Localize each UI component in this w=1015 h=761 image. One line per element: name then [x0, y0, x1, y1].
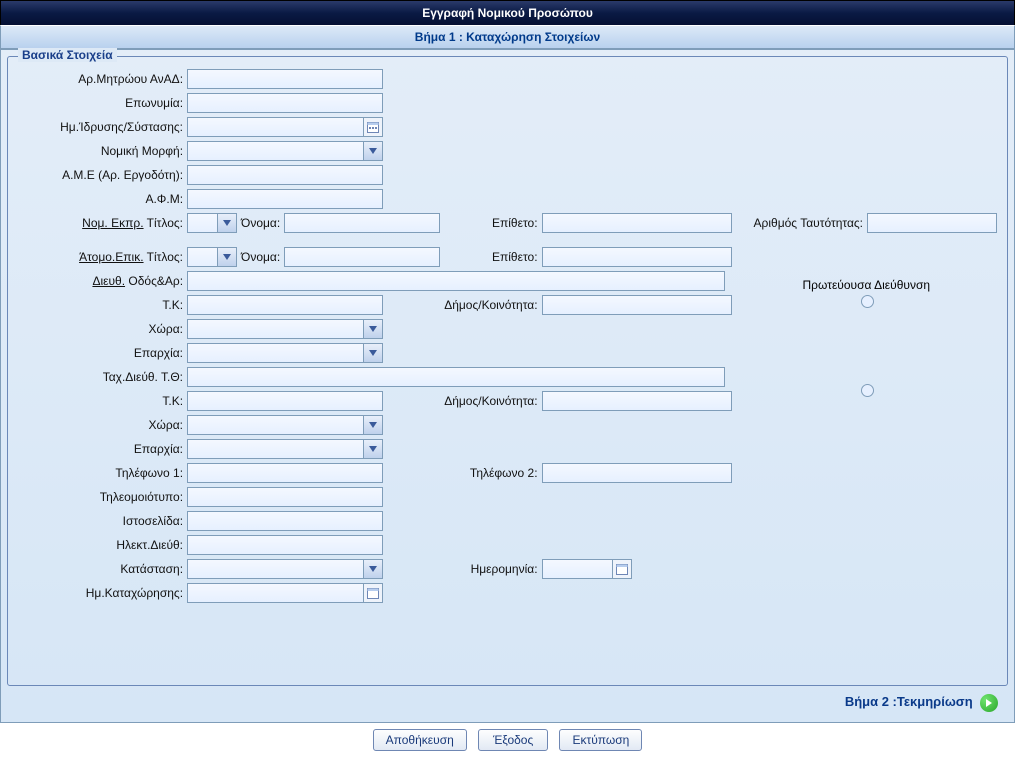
label-legalform: Νομική Μορφή: — [16, 139, 185, 163]
label-municip1: Δήμος/Κοινότητα: — [442, 293, 539, 317]
country2-select[interactable] — [187, 415, 383, 435]
chevron-down-icon[interactable] — [363, 320, 382, 338]
district2-select[interactable] — [187, 439, 383, 459]
email-input[interactable] — [187, 535, 383, 555]
label-fax: Τηλεομοιότυπο: — [16, 485, 185, 509]
municip1-input[interactable] — [542, 295, 732, 315]
district2-input[interactable] — [188, 440, 363, 458]
status-date-input[interactable] — [543, 560, 612, 578]
label-rep-fname: Όνομα: — [239, 211, 282, 235]
label-rep-title: Τίτλος: — [147, 216, 183, 230]
founding-date-picker[interactable] — [187, 117, 383, 137]
chevron-down-icon[interactable] — [363, 142, 382, 160]
primary-address-radio-2[interactable] — [861, 384, 874, 397]
label-registry: Αρ.Μητρώου ΑνΑΔ: — [16, 67, 185, 91]
country1-input[interactable] — [188, 320, 363, 338]
contact-lname-input[interactable] — [542, 247, 732, 267]
label-pobox: Ταχ.Διεύθ. Τ.Θ: — [16, 365, 185, 389]
label-country1: Χώρα: — [16, 317, 185, 341]
country1-select[interactable] — [187, 319, 383, 339]
save-button[interactable]: Αποθήκευση — [373, 729, 467, 751]
rep-lname-input[interactable] — [542, 213, 732, 233]
employerno-input[interactable] — [187, 165, 383, 185]
status-date-picker[interactable] — [542, 559, 632, 579]
label-municip2: Δήμος/Κοινότητα: — [442, 389, 539, 413]
primary-address-radio-1[interactable] — [861, 295, 874, 308]
calendar-icon[interactable] — [612, 560, 631, 578]
basic-info-fieldset: Βασικά Στοιχεία Αρ.Μητρώου ΑνΑΔ: Επωνυμί… — [7, 56, 1008, 686]
calendar-icon[interactable] — [363, 118, 382, 136]
legalform-input[interactable] — [188, 142, 363, 160]
municip2-input[interactable] — [542, 391, 732, 411]
chevron-down-icon[interactable] — [217, 214, 236, 232]
status-input[interactable] — [188, 560, 363, 578]
contact-fname-input[interactable] — [284, 247, 440, 267]
street-input[interactable] — [187, 271, 725, 291]
chevron-down-icon[interactable] — [363, 344, 382, 362]
print-button[interactable]: Εκτύπωση — [559, 729, 642, 751]
arrow-right-icon[interactable] — [980, 694, 998, 712]
label-rep-id: Αριθμός Ταυτότητας: — [734, 211, 865, 235]
label-district1: Επαρχία: — [16, 341, 185, 365]
chevron-down-icon[interactable] — [217, 248, 236, 266]
pobox-input[interactable] — [187, 367, 725, 387]
website-input[interactable] — [187, 511, 383, 531]
label-status: Κατάσταση: — [16, 557, 185, 581]
label-founding: Ημ.Ίδρυσης/Σύστασης: — [16, 115, 185, 139]
next-step-link[interactable]: Βήμα 2 :Τεκμηρίωση — [845, 694, 973, 709]
exit-button[interactable]: Έξοδος — [478, 729, 548, 751]
label-phone2: Τηλέφωνο 2: — [442, 461, 539, 485]
label-employerno: Α.Μ.Ε (Αρ. Εργοδότη): — [16, 163, 185, 187]
entrydate-input[interactable] — [188, 584, 363, 602]
contact-title-input[interactable] — [188, 248, 217, 266]
label-addr: Διευθ. — [92, 274, 125, 288]
country2-input[interactable] — [188, 416, 363, 434]
label-postal1: Τ.Κ: — [16, 293, 185, 317]
chevron-down-icon[interactable] — [363, 416, 382, 434]
status-select[interactable] — [187, 559, 383, 579]
label-con-title: Τίτλος: — [147, 250, 183, 264]
label-status-date: Ημερομηνία: — [442, 557, 539, 581]
district1-input[interactable] — [188, 344, 363, 362]
label-primary-address: Πρωτεύουσα Διεύθυνση — [736, 278, 997, 292]
label-district2: Επαρχία: — [16, 437, 185, 461]
label-legalrep: Νομ. Εκπρ. — [82, 216, 143, 230]
contact-title-select[interactable] — [187, 247, 237, 267]
step-title: Βήμα 1 : Καταχώρηση Στοιχείων — [0, 25, 1015, 49]
label-postal2: Τ.Κ: — [16, 389, 185, 413]
entrydate-picker[interactable] — [187, 583, 383, 603]
taxid-input[interactable] — [187, 189, 383, 209]
label-entrydate: Ημ.Καταχώρησης: — [16, 581, 185, 605]
fax-input[interactable] — [187, 487, 383, 507]
window-title: Εγγραφή Νομικού Προσώπου — [0, 0, 1015, 25]
label-contact: Άτομο.Επικ. — [79, 250, 143, 264]
postal1-input[interactable] — [187, 295, 383, 315]
label-country2: Χώρα: — [16, 413, 185, 437]
label-taxid: Α.Φ.Μ: — [16, 187, 185, 211]
chevron-down-icon[interactable] — [363, 560, 382, 578]
rep-title-select[interactable] — [187, 213, 237, 233]
phone1-input[interactable] — [187, 463, 383, 483]
name-input[interactable] — [187, 93, 383, 113]
label-rep-lname: Επίθετο: — [442, 211, 539, 235]
label-website: Ιστοσελίδα: — [16, 509, 185, 533]
registry-input[interactable] — [187, 69, 383, 89]
founding-date-input[interactable] — [188, 118, 363, 136]
chevron-down-icon[interactable] — [363, 440, 382, 458]
calendar-icon[interactable] — [363, 584, 382, 602]
label-street: Οδός&Αρ: — [128, 274, 183, 288]
label-con-lname: Επίθετο: — [442, 245, 539, 269]
label-phone1: Τηλέφωνο 1: — [16, 461, 185, 485]
rep-id-input[interactable] — [867, 213, 997, 233]
fieldset-legend: Βασικά Στοιχεία — [18, 48, 117, 62]
label-name: Επωνυμία: — [16, 91, 185, 115]
rep-title-input[interactable] — [188, 214, 217, 232]
label-con-fname: Όνομα: — [239, 245, 282, 269]
legalform-select[interactable] — [187, 141, 383, 161]
district1-select[interactable] — [187, 343, 383, 363]
phone2-input[interactable] — [542, 463, 732, 483]
label-email: Ηλεκτ.Διεύθ: — [16, 533, 185, 557]
postal2-input[interactable] — [187, 391, 383, 411]
rep-fname-input[interactable] — [284, 213, 440, 233]
